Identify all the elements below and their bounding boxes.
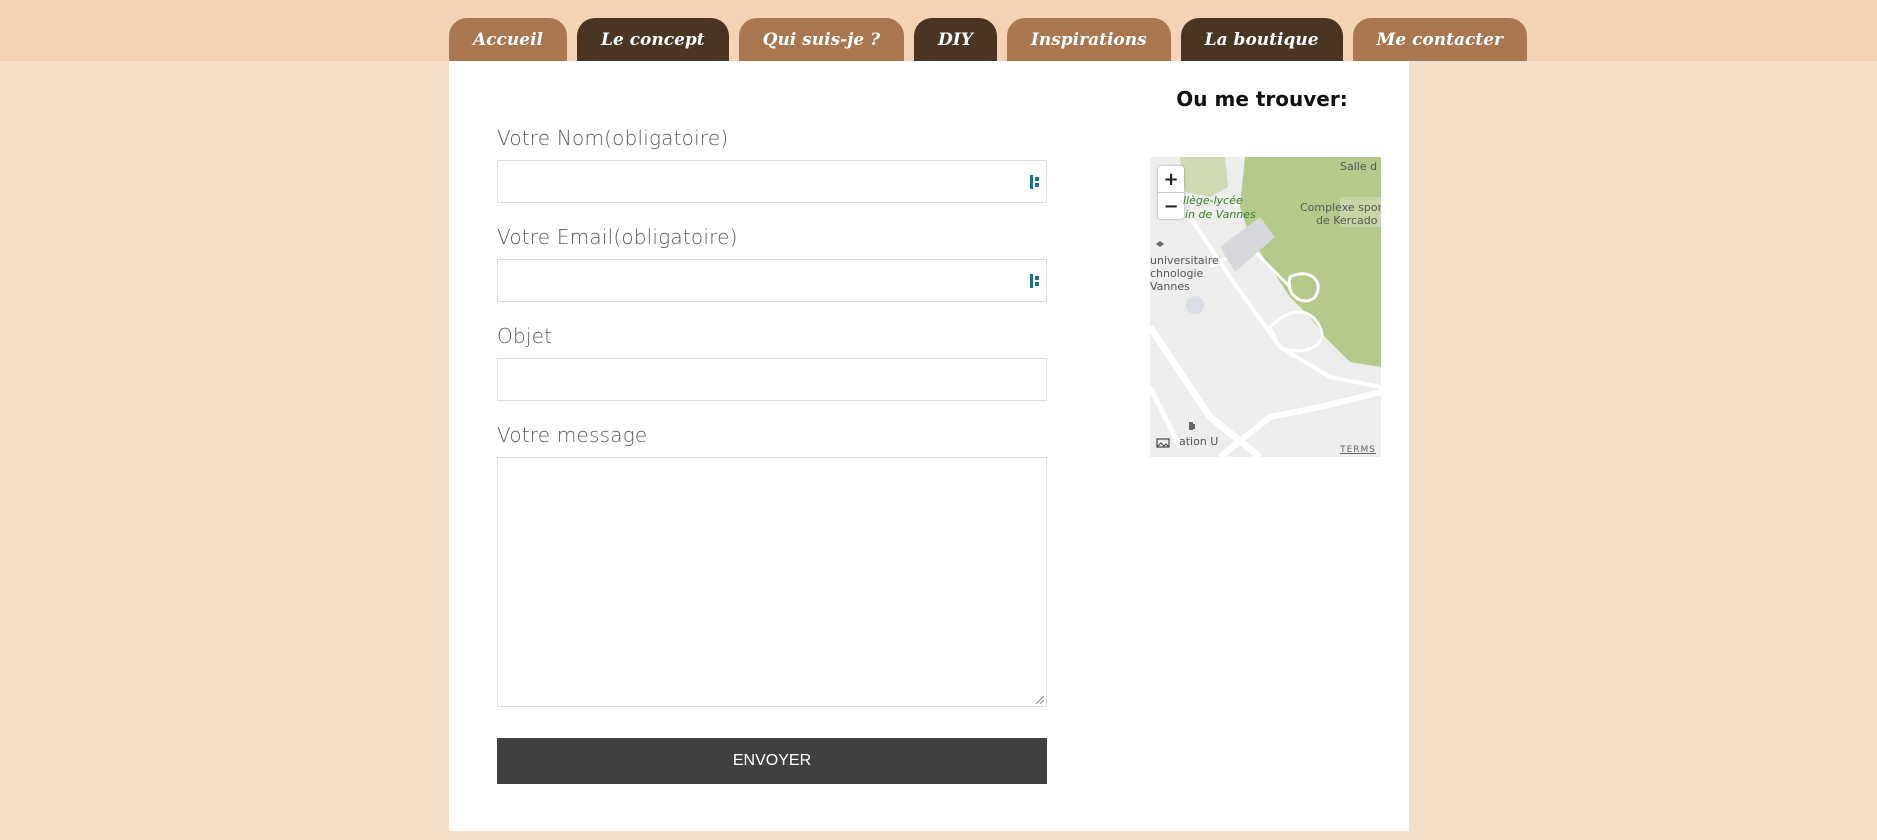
name-label: Votre Nom(obligatoire) bbox=[497, 126, 729, 150]
main-nav: Accueil Le concept Qui suis-je ? DIY Ins… bbox=[449, 18, 1527, 61]
map-label-college: llège-lycée bbox=[1183, 194, 1243, 207]
zoom-in-button[interactable]: + bbox=[1158, 166, 1184, 192]
contact-form: Votre Nom(obligatoire) Votre Email(oblig… bbox=[497, 126, 1047, 784]
map-label-station: ation U bbox=[1179, 435, 1219, 448]
sidebar-title: Ou me trouver: bbox=[1176, 87, 1348, 111]
tab-accueil[interactable]: Accueil bbox=[449, 18, 567, 61]
map-label-salle: Salle d bbox=[1340, 160, 1378, 173]
tab-la-boutique[interactable]: La boutique bbox=[1180, 18, 1343, 61]
fuel-station-icon bbox=[1189, 422, 1195, 430]
tab-inspirations[interactable]: Inspirations bbox=[1006, 18, 1171, 61]
email-label: Votre Email(obligatoire) bbox=[497, 225, 738, 249]
map-label-iut: universitaire bbox=[1150, 254, 1219, 267]
map-zoom-control: + − bbox=[1158, 166, 1184, 219]
content-panel: Votre Nom(obligatoire) Votre Email(oblig… bbox=[449, 61, 1409, 831]
tab-qui-suis-je[interactable]: Qui suis-je ? bbox=[738, 18, 905, 61]
subject-label: Objet bbox=[497, 324, 553, 348]
tab-diy[interactable]: DIY bbox=[914, 18, 997, 61]
school-icon bbox=[1156, 241, 1164, 247]
map-label-college-2: in de Vannes bbox=[1185, 208, 1256, 221]
zoom-out-button[interactable]: − bbox=[1158, 192, 1184, 219]
message-textarea[interactable] bbox=[497, 457, 1047, 707]
autofill-key-icon[interactable] bbox=[1030, 175, 1040, 189]
map-label-complexe: Complexe spor bbox=[1300, 201, 1381, 214]
submit-button[interactable]: ENVOYER bbox=[497, 738, 1047, 784]
map-attribution-icon[interactable] bbox=[1156, 437, 1170, 449]
resize-grip-icon[interactable] bbox=[1035, 695, 1044, 704]
autofill-key-icon[interactable] bbox=[1030, 274, 1040, 288]
subject-field[interactable] bbox=[497, 358, 1047, 401]
map-label-iut-2: chnologie bbox=[1150, 267, 1204, 280]
name-field[interactable] bbox=[497, 160, 1047, 203]
map-label-iut-3: Vannes bbox=[1150, 280, 1190, 293]
message-label: Votre message bbox=[497, 423, 648, 447]
tab-me-contacter[interactable]: Me contacter bbox=[1352, 18, 1527, 61]
location-map[interactable]: + − Salle d llège-lycée in de Vannes Com… bbox=[1150, 157, 1381, 457]
map-terms-link[interactable]: TERMS bbox=[1340, 445, 1376, 455]
map-label-complexe-2: de Kercado bbox=[1316, 214, 1378, 227]
email-field[interactable] bbox=[497, 259, 1047, 302]
tab-le-concept[interactable]: Le concept bbox=[576, 18, 729, 61]
